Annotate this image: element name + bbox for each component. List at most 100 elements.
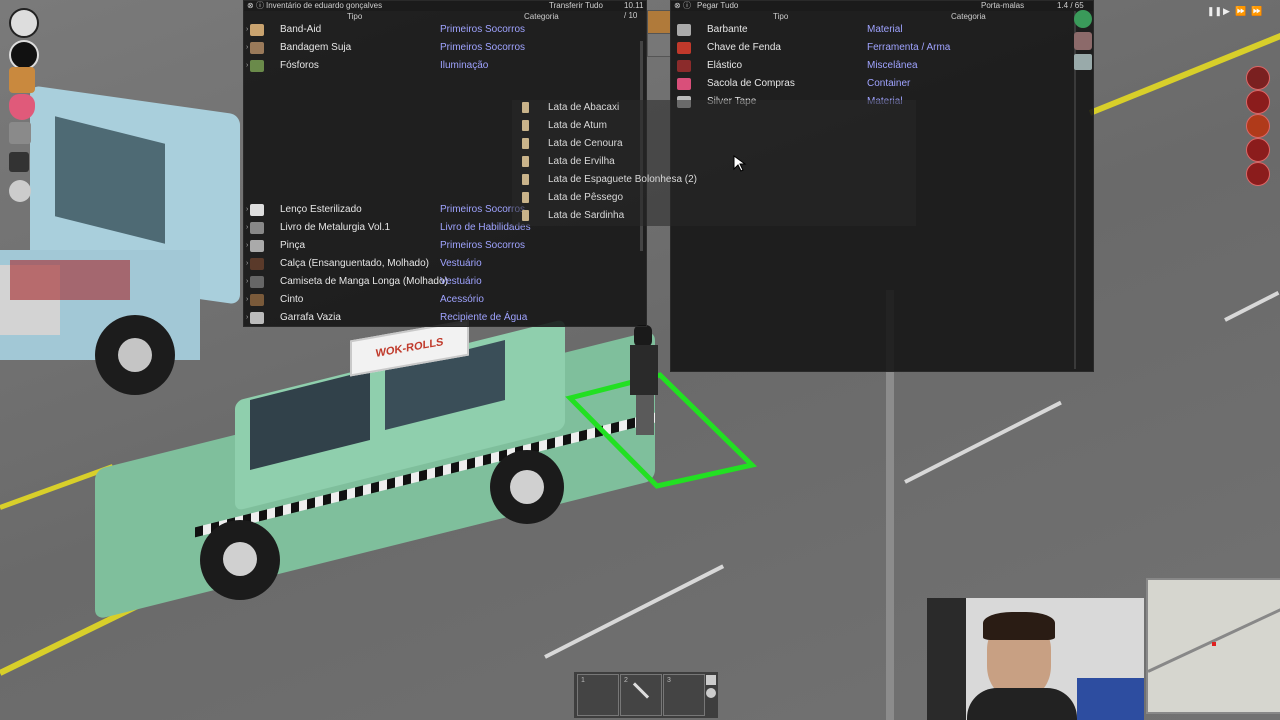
expand-arrow-icon[interactable]: › <box>246 255 248 273</box>
trunk-tab-icon[interactable] <box>1074 32 1092 50</box>
expand-arrow-icon[interactable]: › <box>246 237 248 255</box>
submenu-item[interactable]: Lata de Atum <box>512 117 916 135</box>
can-icon <box>522 210 529 221</box>
combat-icon[interactable] <box>1246 162 1270 186</box>
faster-icon[interactable]: ⏩ <box>1251 6 1262 17</box>
info-icon[interactable]: ⓘ <box>256 1 264 11</box>
floor-tab-icon[interactable] <box>1074 10 1092 28</box>
transfer-all-button[interactable]: Transferir Tudo <box>549 1 603 11</box>
pause-icon[interactable]: ❚❚ <box>1207 6 1222 17</box>
inventory-item-row[interactable]: › Fósforos Iluminação <box>244 57 636 75</box>
inventory-item-row[interactable]: › Cinto Acessório <box>244 291 636 309</box>
item-name: Lenço Esterilizado <box>280 204 362 215</box>
minimap[interactable] <box>1146 578 1280 714</box>
search-icon[interactable] <box>9 180 31 202</box>
health-icon[interactable] <box>9 8 39 38</box>
fast-forward-icon[interactable]: ⏩ <box>1235 6 1246 17</box>
building-icon[interactable] <box>9 152 29 172</box>
safety-icon[interactable] <box>1246 138 1270 162</box>
selected-tile-highlight <box>565 372 758 489</box>
refresh-icon[interactable] <box>706 688 716 698</box>
item-icon <box>250 204 264 216</box>
submenu-item-label: Lata de Pêssego <box>548 192 624 203</box>
item-name: Chave de Fenda <box>707 42 781 53</box>
ground-tab-icon[interactable] <box>1074 54 1092 70</box>
hotbar-slot-3[interactable]: 3 <box>663 674 705 716</box>
loot-all-button[interactable]: Pegar Tudo <box>697 1 738 11</box>
hotbar-slot-2[interactable]: 2 <box>620 674 662 716</box>
expand-arrow-icon[interactable]: › <box>246 21 248 39</box>
crafting-icon[interactable] <box>9 122 31 144</box>
item-category: Primeiros Socorros <box>440 24 526 35</box>
inventory-item-row[interactable]: › Camiseta de Manga Longa (Molhado) Vest… <box>244 273 636 291</box>
inventory-item-row[interactable]: › Garrafa Vazia Recipiente de Água <box>244 309 636 327</box>
container-item-row[interactable]: Sacola de Compras Container <box>671 75 1071 93</box>
player-character[interactable] <box>628 325 662 435</box>
close-icon[interactable]: ⊗ <box>247 1 254 11</box>
expand-arrow-icon[interactable]: › <box>246 57 248 75</box>
column-type-header[interactable]: Tipo <box>773 12 788 21</box>
inventory-titlebar: ⊗ ⓘ Inventário de eduardo gonçalves Tran… <box>244 1 646 20</box>
submenu-item-label: Lata de Ervilha <box>548 156 615 167</box>
hotbar-slot-1[interactable]: 1 <box>577 674 619 716</box>
item-category: Acessório <box>440 294 484 305</box>
item-icon <box>677 24 691 36</box>
item-name: Barbante <box>707 24 748 35</box>
mood-icon[interactable] <box>1246 114 1270 138</box>
submenu-item[interactable]: Lata de Abacaxi <box>512 99 916 117</box>
expand-arrow-icon[interactable]: › <box>246 201 248 219</box>
slot-number: 2 <box>624 677 628 684</box>
lock-icon[interactable] <box>706 675 716 685</box>
expand-arrow-icon[interactable]: › <box>246 39 248 57</box>
inventory-item-row[interactable]: › Band-Aid Primeiros Socorros <box>244 21 636 39</box>
can-icon <box>522 102 529 113</box>
canned-food-submenu: Lata de Abacaxi Lata de Atum Lata de Cen… <box>512 100 916 226</box>
submenu-item[interactable]: Lata de Sardinha <box>512 207 916 225</box>
item-icon <box>250 24 264 36</box>
submenu-item[interactable]: Lata de Espaguete Bolonhesa (2) <box>512 171 916 189</box>
expand-arrow-icon[interactable]: › <box>246 291 248 309</box>
inventory-item-row[interactable]: › Bandagem Suja Primeiros Socorros <box>244 39 636 57</box>
submenu-item[interactable]: Lata de Ervilha <box>512 153 916 171</box>
info-icon[interactable]: ⓘ <box>683 1 691 11</box>
item-icon <box>677 60 691 72</box>
game-speed-controls[interactable]: ❚❚ ▶ ⏩ ⏩ <box>1207 6 1277 16</box>
mouse-cursor-icon <box>733 155 747 172</box>
play-icon[interactable]: ▶ <box>1223 6 1230 17</box>
container-item-row[interactable]: Chave de Fenda Ferramenta / Arma <box>671 39 1071 57</box>
item-category: Container <box>867 78 911 89</box>
zombie-alert-icon[interactable] <box>1246 66 1270 90</box>
expand-arrow-icon[interactable]: › <box>246 309 248 327</box>
player-marker-icon <box>1212 642 1216 646</box>
item-name: Sacola de Compras <box>707 78 795 89</box>
submenu-item-label: Lata de Espaguete Bolonhesa (2) <box>548 174 697 185</box>
column-category-header[interactable]: Categoria <box>951 12 986 21</box>
close-icon[interactable]: ⊗ <box>674 1 681 11</box>
expand-arrow-icon[interactable]: › <box>246 219 248 237</box>
submenu-item[interactable]: Lata de Cenoura <box>512 135 916 153</box>
inventory-box-icon[interactable] <box>9 67 35 93</box>
bag-tab-icon[interactable] <box>647 10 671 34</box>
container-item-row[interactable]: Barbante Material <box>671 21 1071 39</box>
item-category: Vestuário <box>440 276 482 287</box>
inventory-weight: 10.11 / 10 <box>624 1 644 20</box>
submenu-item[interactable]: Lata de Pêssego <box>512 189 916 207</box>
submenu-item-label: Lata de Cenoura <box>548 138 623 149</box>
submenu-item-label: Lata de Abacaxi <box>548 102 620 113</box>
item-icon <box>250 42 264 54</box>
heart-icon[interactable] <box>9 94 35 120</box>
item-name: Pinça <box>280 240 306 251</box>
inventory-item-row[interactable]: › Pinça Primeiros Socorros <box>244 237 636 255</box>
can-icon <box>522 156 529 167</box>
item-name: Calça (Ensanguentado, Molhado) <box>280 258 429 269</box>
inventory-item-row[interactable]: › Calça (Ensanguentado, Molhado) Vestuár… <box>244 255 636 273</box>
column-type-header[interactable]: Tipo <box>347 12 362 21</box>
character-icon[interactable] <box>1246 90 1270 114</box>
keyring-tab-icon[interactable] <box>647 33 671 57</box>
item-icon <box>250 312 264 324</box>
column-category-header[interactable]: Categoria <box>524 12 559 21</box>
item-icon <box>250 258 264 270</box>
container-item-row[interactable]: Elástico Miscelânea <box>671 57 1071 75</box>
equipped-item-icon[interactable] <box>9 40 39 70</box>
expand-arrow-icon[interactable]: › <box>246 273 248 291</box>
